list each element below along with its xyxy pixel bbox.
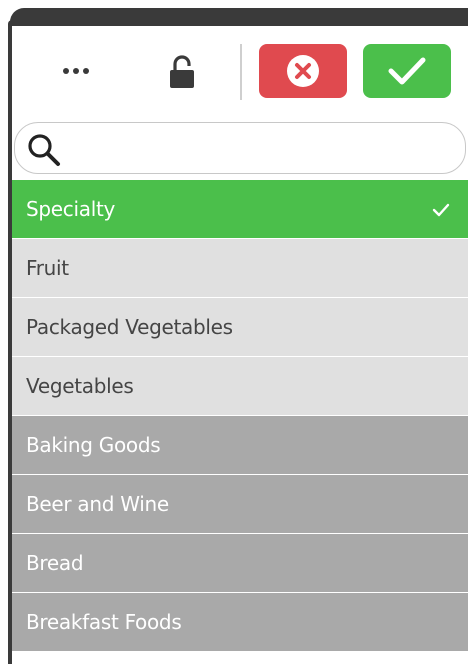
list-item-label: Vegetables <box>26 374 134 398</box>
search-box[interactable] <box>14 122 466 174</box>
selection-panel: Specialty Fruit Packaged Vegetables Vege… <box>12 26 468 664</box>
selection-listbox-window: Specialty Fruit Packaged Vegetables Vege… <box>0 0 468 664</box>
checkmark-icon <box>388 57 426 85</box>
more-options-icon <box>63 68 89 74</box>
list-item-label: Beer and Wine <box>26 492 169 516</box>
list-item-label: Specialty <box>26 197 116 221</box>
value-list: Specialty Fruit Packaged Vegetables Vege… <box>12 180 468 652</box>
list-item-label: Packaged Vegetables <box>26 315 233 339</box>
list-item-packaged-vegetables[interactable]: Packaged Vegetables <box>12 298 468 357</box>
list-item-vegetables[interactable]: Vegetables <box>12 357 468 416</box>
list-item-label: Breakfast Foods <box>26 610 182 634</box>
close-circle-icon <box>287 55 319 87</box>
list-item-bread[interactable]: Bread <box>12 534 468 593</box>
checkmark-icon <box>432 203 450 217</box>
toolbar-divider <box>240 44 242 100</box>
cancel-selection-button[interactable] <box>259 44 347 98</box>
list-item-label: Fruit <box>26 256 69 280</box>
list-item-label: Baking Goods <box>26 433 161 457</box>
list-item-baking-goods[interactable]: Baking Goods <box>12 416 468 475</box>
search-icon <box>28 134 60 166</box>
list-item-breakfast-foods[interactable]: Breakfast Foods <box>12 593 468 652</box>
search-input[interactable] <box>69 131 453 167</box>
confirm-selection-button[interactable] <box>363 44 451 98</box>
list-item-fruit[interactable]: Fruit <box>12 239 468 298</box>
unlock-icon <box>170 55 194 88</box>
lock-selection-button[interactable] <box>164 52 200 92</box>
selection-toolbar <box>12 26 468 122</box>
more-options-button[interactable] <box>58 56 94 86</box>
list-item-beer-and-wine[interactable]: Beer and Wine <box>12 475 468 534</box>
list-item-specialty[interactable]: Specialty <box>12 180 468 239</box>
list-item-label: Bread <box>26 551 84 575</box>
